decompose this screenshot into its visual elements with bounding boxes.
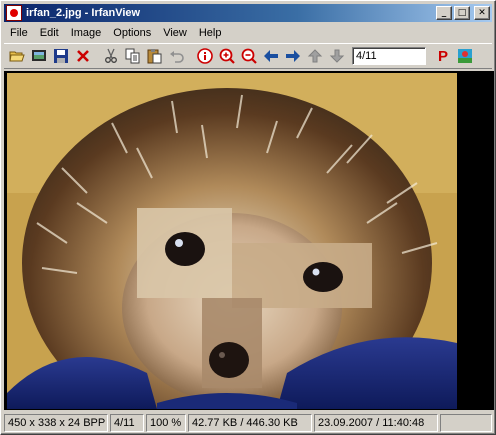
status-datetime: 23.09.2007 / 11:40:48: [314, 413, 438, 432]
app-icon[interactable]: [6, 5, 22, 21]
slideshow-button[interactable]: [28, 45, 50, 67]
menu-image[interactable]: Image: [65, 24, 108, 42]
last-file-button[interactable]: [326, 45, 348, 67]
zoom-in-button[interactable]: [216, 45, 238, 67]
menu-help[interactable]: Help: [193, 24, 228, 42]
delete-button[interactable]: [72, 45, 94, 67]
minimize-button[interactable]: _: [436, 6, 452, 20]
zoom-out-button[interactable]: [238, 45, 260, 67]
status-page: 4/11: [110, 413, 144, 432]
menu-file[interactable]: File: [4, 24, 34, 42]
irfanview-logo-button[interactable]: [454, 45, 476, 67]
previous-arrow-icon: [264, 50, 278, 62]
info-button[interactable]: [194, 45, 216, 67]
status-filesize: 42.77 KB / 446.30 KB: [188, 413, 312, 432]
save-icon: [54, 49, 68, 63]
delete-icon: [77, 50, 89, 62]
zoom-in-icon: [219, 48, 235, 64]
next-button[interactable]: [282, 45, 304, 67]
copy-icon: [125, 48, 140, 64]
status-dimensions: 450 x 338 x 24 BPP: [4, 413, 108, 432]
toolbar: P: [4, 43, 492, 69]
menu-edit[interactable]: Edit: [34, 24, 65, 42]
zoom-out-icon: [241, 48, 257, 64]
paste-icon: [147, 49, 162, 64]
image-content: [7, 73, 457, 409]
image-viewport[interactable]: [4, 71, 494, 410]
print-icon: P: [437, 47, 448, 65]
open-button[interactable]: [6, 45, 28, 67]
hedgehog-image: [7, 73, 457, 409]
copy-button[interactable]: [122, 45, 144, 67]
window-title: irfan_2.jpg - IrfanView: [26, 7, 141, 19]
menu-view[interactable]: View: [157, 24, 193, 42]
paste-button[interactable]: [144, 45, 166, 67]
status-bar: 450 x 338 x 24 BPP 4/11 100 % 42.77 KB /…: [4, 413, 494, 432]
cut-button[interactable]: [100, 45, 122, 67]
maximize-button[interactable]: □: [454, 6, 470, 20]
cut-icon: [105, 48, 117, 63]
slideshow-icon: [32, 50, 46, 61]
menu-options[interactable]: Options: [107, 24, 157, 42]
info-icon: [197, 48, 213, 64]
title-bar[interactable]: irfan_2.jpg - IrfanView _ □ ✕: [4, 4, 492, 22]
status-empty: [440, 413, 492, 432]
irfanview-logo-icon: [458, 49, 472, 63]
next-arrow-icon: [286, 50, 300, 62]
last-file-icon: [329, 49, 345, 63]
page-number-field[interactable]: [352, 47, 426, 65]
status-zoom: 100 %: [146, 413, 186, 432]
save-button[interactable]: [50, 45, 72, 67]
undo-button[interactable]: [166, 45, 188, 67]
undo-icon: [170, 51, 184, 63]
previous-button[interactable]: [260, 45, 282, 67]
open-folder-icon: [9, 51, 25, 62]
first-file-button[interactable]: [304, 45, 326, 67]
close-button[interactable]: ✕: [474, 6, 490, 20]
print-button[interactable]: P: [432, 45, 454, 67]
menu-bar: File Edit Image Options View Help: [4, 24, 492, 42]
first-file-icon: [307, 49, 323, 63]
irfanview-window: irfan_2.jpg - IrfanView _ □ ✕ File Edit …: [0, 0, 496, 435]
